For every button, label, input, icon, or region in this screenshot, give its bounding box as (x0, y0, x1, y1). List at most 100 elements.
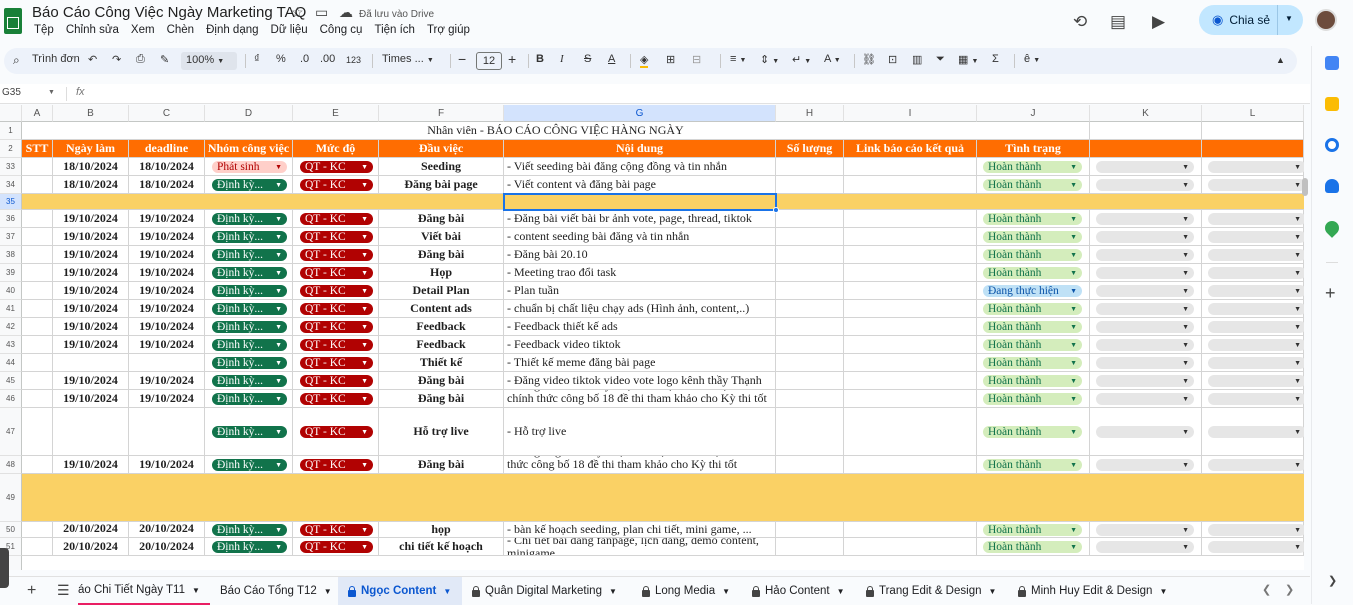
stt-cell[interactable] (22, 390, 53, 408)
select-all-corner[interactable] (0, 105, 22, 122)
ngay-lam-cell[interactable]: 20/10/2024 (53, 522, 129, 538)
column-header-G[interactable]: G (504, 105, 776, 122)
dropdown-arrow-icon[interactable]: ▼ (1294, 524, 1301, 536)
dropdown-arrow-icon[interactable]: ▼ (1070, 357, 1077, 369)
number-format[interactable]: 123 (346, 55, 361, 65)
column-header-I[interactable]: I (844, 105, 977, 122)
star-icon[interactable]: ☆ (291, 4, 304, 21)
dropdown-arrow-icon[interactable]: ▼ (1182, 375, 1189, 387)
k-dropdown-chip[interactable]: ▼ (1096, 231, 1194, 243)
share-button[interactable]: ◉ Chia sẻ ▼ (1199, 5, 1303, 35)
k-dropdown-chip[interactable]: ▼ (1096, 459, 1194, 471)
dropdown-arrow-icon[interactable]: ▼ (1294, 303, 1301, 315)
row-header[interactable]: 47 (0, 408, 22, 456)
muc-do-chip[interactable]: QT - KC ▼ (300, 375, 373, 387)
muc-do-chip[interactable]: QT - KC ▼ (300, 179, 373, 191)
l-dropdown-chip[interactable]: ▼ (1208, 321, 1304, 333)
dropdown-arrow-icon[interactable]: ▼ (361, 213, 368, 225)
muc-do-chip[interactable]: QT - KC ▼ (300, 393, 373, 405)
muc-do-chip[interactable]: QT - KC ▼ (300, 249, 373, 261)
stt-cell[interactable] (22, 210, 53, 228)
dropdown-arrow-icon[interactable]: ▼ (361, 161, 368, 173)
muc-do-chip[interactable]: QT - KC ▼ (300, 231, 373, 243)
dropdown-arrow-icon[interactable]: ▼ (275, 213, 282, 225)
link-cell[interactable] (844, 318, 977, 336)
stt-cell[interactable] (22, 538, 53, 556)
deadline-cell[interactable]: 19/10/2024 (129, 372, 205, 390)
get-addons-icon[interactable]: + (1325, 284, 1336, 302)
dropdown-arrow-icon[interactable]: ▼ (1070, 231, 1077, 243)
k-dropdown-chip[interactable]: ▼ (1096, 339, 1194, 351)
nhom-chip[interactable]: Định kỳ... ▼ (212, 285, 287, 297)
link-cell[interactable] (844, 246, 977, 264)
insert-comment-icon[interactable]: ⊡ (888, 53, 897, 66)
dropdown-arrow-icon[interactable]: ▼ (1182, 524, 1189, 536)
muc-do-chip[interactable]: QT - KC ▼ (300, 339, 373, 351)
print-icon[interactable]: ⎙ (136, 53, 145, 66)
dropdown-arrow-icon[interactable]: ▼ (1294, 285, 1301, 297)
noi-dung-cell[interactable]: - content seeding bài đăng và tin nhắn (504, 228, 776, 246)
noi-dung-cell[interactable]: - Hỗ trợ live (504, 408, 776, 456)
deadline-cell[interactable]: 18/10/2024 (129, 176, 205, 194)
menu-item[interactable]: Định dạng (206, 24, 258, 36)
font-size-input[interactable]: 12 (476, 52, 502, 70)
deadline-cell[interactable] (129, 408, 205, 456)
header-7[interactable]: Số lượng (776, 140, 844, 158)
row-header[interactable]: 41 (0, 300, 22, 318)
so-luong-cell[interactable] (776, 158, 844, 176)
ngay-lam-cell[interactable]: 19/10/2024 (53, 390, 129, 408)
column-header-H[interactable]: H (776, 105, 844, 122)
expand-panel-icon[interactable]: ❯ (1328, 574, 1337, 587)
tinh-trang-chip[interactable]: Hoàn thành ▼ (983, 375, 1082, 387)
muc-do-chip[interactable]: QT - KC ▼ (300, 267, 373, 279)
noi-dung-cell[interactable]: - Đăng bài viết bài br ảnh vote, page, t… (504, 210, 776, 228)
header-8[interactable]: Link báo cáo kết quả (844, 140, 977, 158)
ngay-lam-cell[interactable]: 18/10/2024 (53, 158, 129, 176)
dau-viec-cell[interactable]: Thiết kế (379, 354, 504, 372)
dropdown-arrow-icon[interactable]: ▼ (1070, 249, 1077, 261)
link-cell[interactable] (844, 336, 977, 354)
ngay-lam-cell[interactable]: 19/10/2024 (53, 228, 129, 246)
tinh-trang-chip[interactable]: Hoàn thành ▼ (983, 339, 1082, 351)
collapse-toolbar-icon[interactable]: ▲ (1276, 55, 1285, 65)
dropdown-arrow-icon[interactable]: ▼ (1294, 213, 1301, 225)
so-luong-cell[interactable] (776, 228, 844, 246)
move-folder-icon[interactable]: ▭ (315, 4, 328, 21)
dropdown-arrow-icon[interactable]: ▼ (275, 161, 282, 173)
link-cell[interactable] (844, 228, 977, 246)
cell[interactable] (1202, 122, 1304, 140)
dau-viec-cell[interactable]: Seeding (379, 158, 504, 176)
stt-cell[interactable] (22, 282, 53, 300)
l-dropdown-chip[interactable]: ▼ (1208, 161, 1304, 173)
dropdown-arrow-icon[interactable]: ▼ (361, 179, 368, 191)
dropdown-arrow-icon[interactable]: ▼ (1182, 285, 1189, 297)
fill-color-icon[interactable]: ◈ (640, 53, 649, 68)
dropdown-arrow-icon[interactable]: ▼ (1294, 393, 1301, 405)
row-header[interactable]: 43 (0, 336, 22, 354)
deadline-cell[interactable]: 19/10/2024 (129, 336, 205, 354)
dropdown-arrow-icon[interactable]: ▼ (1070, 161, 1077, 173)
tabs-scroll-left-icon[interactable]: ❮ (1262, 583, 1271, 596)
side-grip[interactable] (0, 548, 9, 588)
sheet-tab[interactable]: áo Chi Tiết Ngày T11 ▼ (78, 577, 210, 605)
k-dropdown-chip[interactable]: ▼ (1096, 357, 1194, 369)
dau-viec-cell[interactable]: Hỗ trợ live (379, 408, 504, 456)
stt-cell[interactable] (22, 246, 53, 264)
l-dropdown-chip[interactable]: ▼ (1208, 426, 1304, 438)
deadline-cell[interactable]: 19/10/2024 (129, 210, 205, 228)
noi-dung-cell[interactable]: - bàn kế hoạch seeding, plan chi tiết, m… (504, 522, 776, 538)
so-luong-cell[interactable] (776, 210, 844, 228)
dropdown-arrow-icon[interactable]: ▼ (1182, 231, 1189, 243)
dropdown-arrow-icon[interactable]: ▼ (361, 303, 368, 315)
merge-cells-icon[interactable]: ⊟ (692, 53, 701, 66)
k-dropdown-chip[interactable]: ▼ (1096, 303, 1194, 315)
muc-do-chip[interactable]: QT - KC ▼ (300, 321, 373, 333)
tinh-trang-chip[interactable]: Hoàn thành ▼ (983, 524, 1082, 536)
l-dropdown-chip[interactable]: ▼ (1208, 267, 1304, 279)
column-header-B[interactable]: B (53, 105, 129, 122)
nhom-chip[interactable]: Định kỳ... ▼ (212, 375, 287, 387)
meet-icon[interactable]: ▶ (1152, 12, 1165, 32)
noi-dung-cell[interactable]: - chuẩn bị chất liệu chạy ads (Hình ảnh,… (504, 300, 776, 318)
dropdown-arrow-icon[interactable]: ▼ (1294, 541, 1301, 553)
tinh-trang-chip[interactable]: Đang thực hiện ▼ (983, 285, 1082, 297)
